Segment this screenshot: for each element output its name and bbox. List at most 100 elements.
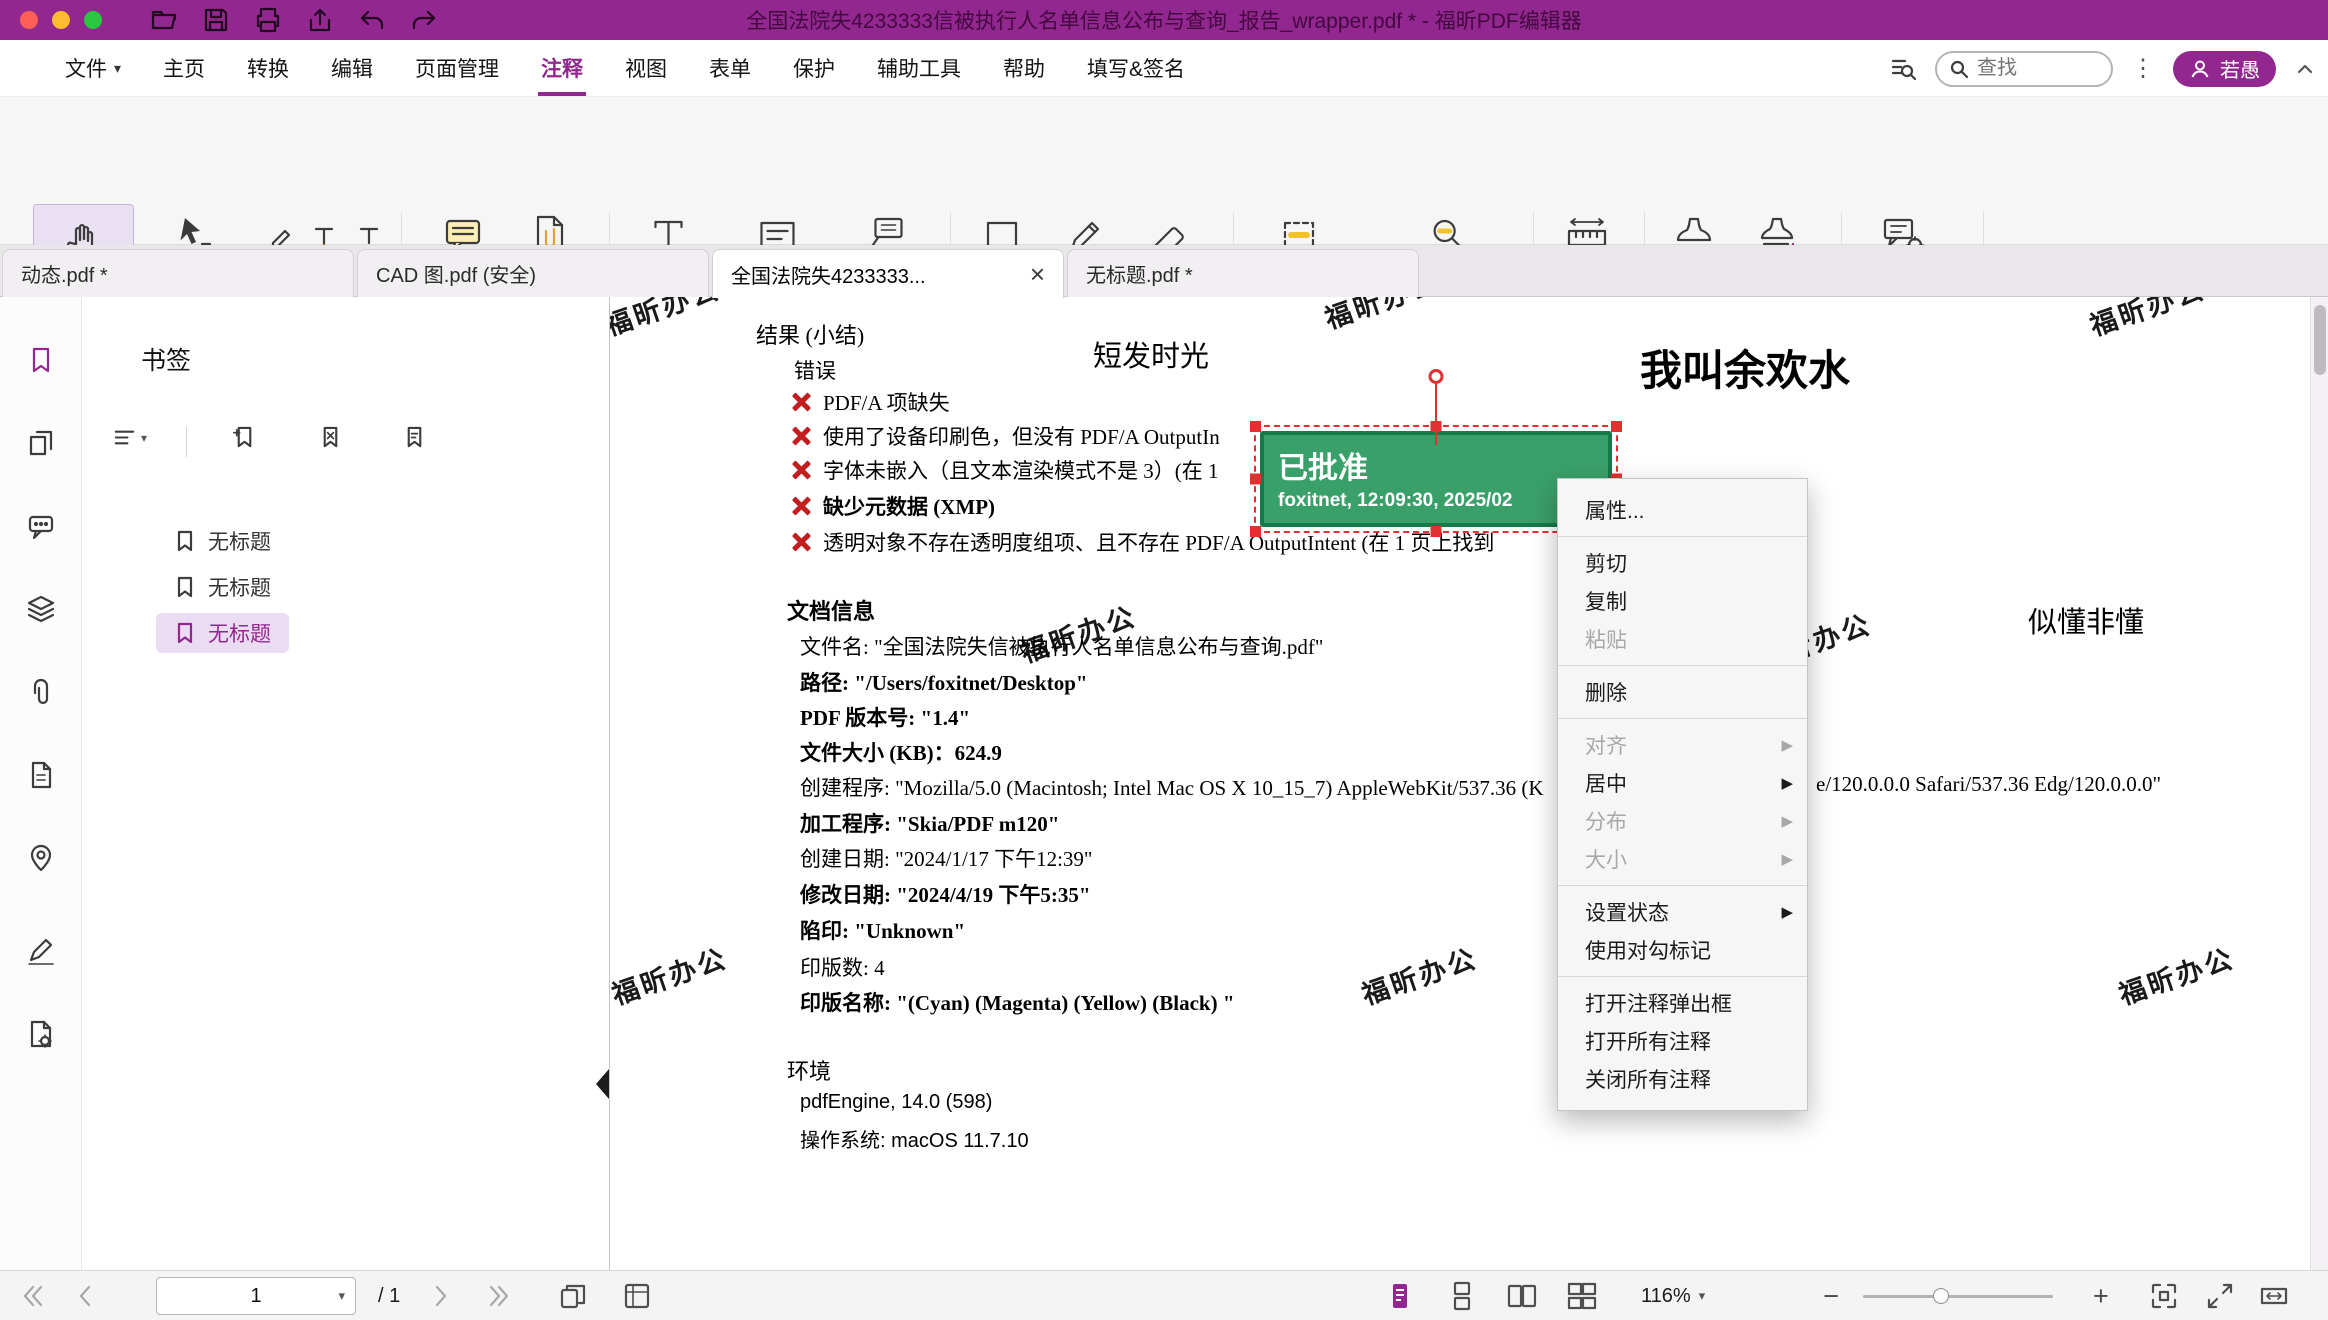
context-menu: 属性... 剪切 复制 粘贴 删除 对齐▶ 居中▶ 分布▶ 大小▶ 设置状态▶ … xyxy=(1557,478,1808,1111)
collapse-ribbon-icon[interactable] xyxy=(2294,58,2316,80)
context-menu-item-properties[interactable]: 属性... xyxy=(1558,491,1807,529)
expand-bookmark-button[interactable] xyxy=(402,425,427,450)
first-page-icon[interactable] xyxy=(18,1281,48,1311)
doc-info-line: 创建日期: "2024/1/17 下午12:39" xyxy=(800,843,1092,873)
scrollbar-thumb[interactable] xyxy=(2314,305,2326,375)
next-page-icon[interactable] xyxy=(426,1281,456,1311)
context-menu-item-set-status[interactable]: 设置状态▶ xyxy=(1558,893,1807,931)
bookmark-item[interactable]: 无标题 xyxy=(156,567,289,607)
rotate-handle-line xyxy=(1435,383,1437,445)
context-menu-item-center[interactable]: 居中▶ xyxy=(1558,764,1807,802)
document-tab[interactable]: CAD 图.pdf (安全) xyxy=(357,249,709,297)
zoom-slider[interactable] xyxy=(1863,1295,2053,1298)
bookmark-icon xyxy=(174,576,196,598)
resize-handle-n[interactable] xyxy=(1431,421,1442,432)
menu-accessibility[interactable]: 辅助工具 xyxy=(856,40,982,96)
menu-file[interactable]: 文件▾ xyxy=(44,40,142,96)
context-menu-item-delete[interactable]: 删除 xyxy=(1558,673,1807,711)
close-tab-icon[interactable]: × xyxy=(1030,261,1045,287)
context-menu-item-cut[interactable]: 剪切 xyxy=(1558,544,1807,582)
zoom-in-button[interactable]: + xyxy=(2093,1283,2109,1310)
fit-page-icon[interactable] xyxy=(2149,1281,2179,1311)
menu-view[interactable]: 视图 xyxy=(604,40,688,96)
context-menu-item-close-all[interactable]: 关闭所有注释 xyxy=(1558,1060,1807,1098)
doc-info-line: 修改日期: "2024/4/19 下午5:35" xyxy=(800,879,1090,909)
context-menu-item-align: 对齐▶ xyxy=(1558,726,1807,764)
menu-protect[interactable]: 保护 xyxy=(772,40,856,96)
rotate-handle[interactable] xyxy=(1429,369,1444,384)
resize-handle-ne[interactable] xyxy=(1611,421,1622,432)
resize-handle-nw[interactable] xyxy=(1250,421,1261,432)
continuous-view-icon[interactable] xyxy=(1447,1281,1477,1311)
main-body: 书签 ▾ 无标题 xyxy=(0,297,2328,1270)
context-menu-item-distribute: 分布▶ xyxy=(1558,802,1807,840)
zoom-out-button[interactable]: − xyxy=(1823,1283,1839,1310)
document-tab-active[interactable]: 全国法院失4233333...× xyxy=(712,249,1064,298)
fit-width-icon[interactable] xyxy=(2259,1281,2289,1311)
resize-handle-w[interactable] xyxy=(1250,474,1261,485)
articles-panel-icon[interactable] xyxy=(26,760,56,790)
ribbon-toolbar: 手型工具 选择 ▾ 备注 文件 打字机 xyxy=(0,97,2328,245)
navigation-rail xyxy=(0,297,82,1270)
menu-home[interactable]: 主页 xyxy=(142,40,226,96)
user-account-button[interactable]: 若愚 xyxy=(2173,51,2276,87)
context-menu-item-copy[interactable]: 复制 xyxy=(1558,582,1807,620)
search-icon xyxy=(1949,59,1969,79)
facing-continuous-view-icon[interactable] xyxy=(1567,1281,1597,1311)
page-number-box[interactable]: ▾ xyxy=(156,1277,356,1315)
doc-info-line: 路径: "/Users/foxitnet/Desktop" xyxy=(800,667,1088,697)
add-bookmark-button[interactable] xyxy=(232,425,257,450)
attachments-panel-icon[interactable] xyxy=(26,677,56,707)
menu-form[interactable]: 表单 xyxy=(688,40,772,96)
menu-help[interactable]: 帮助 xyxy=(982,40,1066,96)
previous-view-icon[interactable] xyxy=(558,1281,588,1311)
find-input[interactable] xyxy=(1977,57,2087,80)
chevron-down-icon: ▾ xyxy=(114,60,121,77)
page-thumbnails-icon[interactable] xyxy=(26,428,56,458)
resize-handle-sw[interactable] xyxy=(1250,526,1261,537)
security-panel-icon[interactable] xyxy=(26,1019,56,1049)
comments-panel-icon[interactable] xyxy=(26,511,56,541)
error-x-icon xyxy=(791,460,811,480)
doc-info-line: PDF 版本号: "1.4" xyxy=(800,702,970,732)
single-page-view-icon[interactable] xyxy=(1385,1281,1415,1311)
menu-edit[interactable]: 编辑 xyxy=(310,40,394,96)
destinations-panel-icon[interactable] xyxy=(26,843,56,873)
layers-panel-icon[interactable] xyxy=(26,594,56,624)
context-menu-item-checkmark[interactable]: 使用对勾标记 xyxy=(1558,931,1807,969)
context-menu-item-open-popup[interactable]: 打开注释弹出框 xyxy=(1558,984,1807,1022)
menu-fill-sign[interactable]: 填写&签名 xyxy=(1066,40,1206,96)
vertical-scrollbar[interactable] xyxy=(2310,297,2328,1270)
zoom-level-button[interactable]: 116% ▾ xyxy=(1641,1285,1705,1308)
menu-page-management[interactable]: 页面管理 xyxy=(394,40,520,96)
find-search-box[interactable] xyxy=(1935,51,2113,87)
page-number-input[interactable] xyxy=(157,1285,355,1308)
fullscreen-icon[interactable] xyxy=(2205,1281,2235,1311)
bookmark-item[interactable]: 无标题 xyxy=(156,521,289,561)
bookmarks-panel-icon[interactable] xyxy=(26,345,56,375)
facing-view-icon[interactable] xyxy=(1507,1281,1537,1311)
menu-convert[interactable]: 转换 xyxy=(226,40,310,96)
document-tab[interactable]: 无标题.pdf * xyxy=(1067,249,1419,297)
page-text: 短发时光 xyxy=(1093,333,1209,375)
delete-bookmark-button[interactable] xyxy=(318,425,343,450)
doc-info-line-tail: e/120.0.0.0 Safari/537.36 Edg/120.0.0.0" xyxy=(1816,772,2161,797)
document-tab[interactable]: 动态.pdf * xyxy=(2,249,354,297)
previous-page-icon[interactable] xyxy=(70,1281,100,1311)
bookmark-options-button[interactable]: ▾ xyxy=(112,425,147,450)
zoom-slider-thumb[interactable] xyxy=(1933,1288,1949,1304)
resize-handle-s[interactable] xyxy=(1431,526,1442,537)
panel-title: 书签 xyxy=(141,341,191,377)
document-viewport[interactable]: 福昕办公 福昕办公 福昕办公 福昕办公 福昕办公 福昕办公 福昕办公 福昕办公 … xyxy=(610,297,2328,1270)
chevron-down-icon: ▾ xyxy=(338,1288,345,1304)
menu-comment[interactable]: 注释 xyxy=(520,40,604,96)
next-view-icon[interactable] xyxy=(622,1281,652,1311)
bookmark-item-selected[interactable]: 无标题 xyxy=(156,613,289,653)
search-menus-icon[interactable] xyxy=(1889,55,1917,83)
more-options-icon[interactable]: ⋮ xyxy=(2131,54,2155,83)
collapse-panel-button[interactable] xyxy=(596,1069,609,1099)
context-menu-item-open-all[interactable]: 打开所有注释 xyxy=(1558,1022,1807,1060)
last-page-icon[interactable] xyxy=(484,1281,514,1311)
error-line: 使用了设备印刷色，但没有 PDF/A OutputIn xyxy=(823,421,1220,451)
signatures-panel-icon[interactable] xyxy=(26,936,56,966)
